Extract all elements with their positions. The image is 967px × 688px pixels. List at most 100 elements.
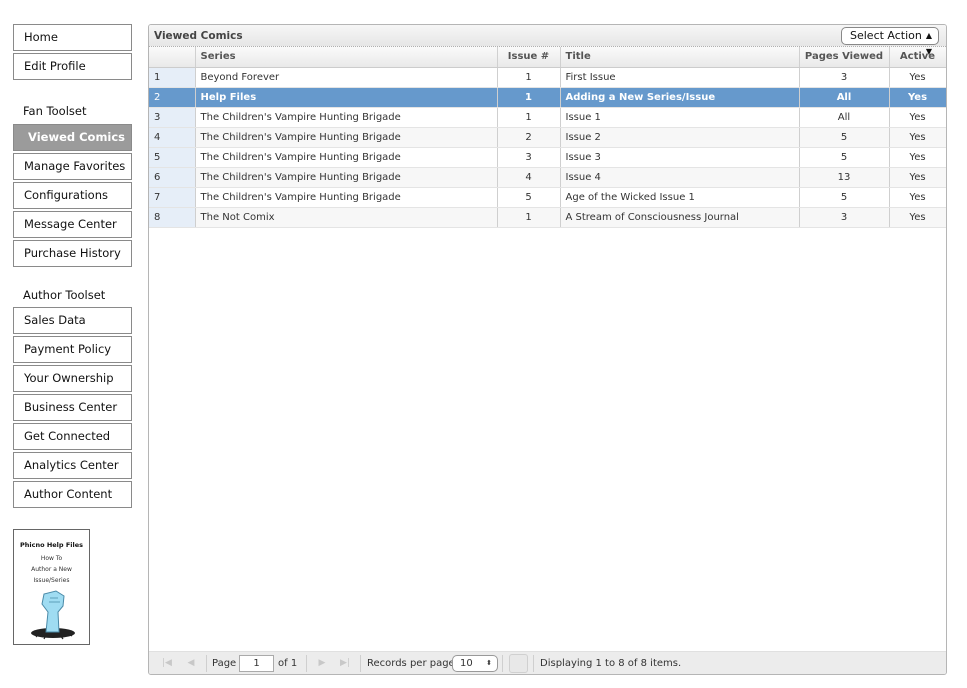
pages-viewed-cell: 5 xyxy=(799,127,890,148)
pager-divider xyxy=(306,655,307,672)
panel-header: Viewed Comics Select Action ▲ ▼ xyxy=(149,25,946,56)
table-row[interactable]: 8 The Not Comix 1 A Stream of Consciousness… xyxy=(149,207,946,228)
nav-message-center[interactable]: Message Center xyxy=(13,211,132,238)
nav-author-content[interactable]: Author Content xyxy=(13,481,132,508)
row-number-cell: 8 xyxy=(149,207,196,228)
pager-divider xyxy=(533,655,534,672)
pages-viewed-cell: All xyxy=(799,87,890,108)
table-row[interactable]: 7 The Children's Vampire Hunting Brigade 5… xyxy=(149,187,946,208)
author-toolset-label: Author Toolset xyxy=(23,288,106,302)
row-number-cell: 5 xyxy=(149,147,196,168)
active-cell: Yes xyxy=(889,87,946,108)
title-cell: Adding a New Series/Issue xyxy=(560,87,800,108)
active-cell: Yes xyxy=(889,147,946,168)
pages-viewed-cell: 13 xyxy=(799,167,890,188)
issue-cell: 1 xyxy=(497,87,561,108)
title-cell: Age of the Wicked Issue 1 xyxy=(560,187,800,208)
sidebar: Home Edit Profile Fan Toolset Viewed Com… xyxy=(13,24,132,510)
table-row[interactable]: 3 The Children's Vampire Hunting Brigade 1… xyxy=(149,107,946,128)
nav-manage-favorites[interactable]: Manage Favorites xyxy=(13,153,132,180)
page-number-input[interactable]: 1 xyxy=(239,655,274,672)
table-row[interactable]: 5 The Children's Vampire Hunting Brigade 3… xyxy=(149,147,946,168)
refresh-icon[interactable] xyxy=(509,654,528,673)
title-cell: Issue 1 xyxy=(560,107,800,128)
nav-edit-profile[interactable]: Edit Profile xyxy=(13,53,132,80)
col-header-title[interactable]: Title xyxy=(560,47,800,68)
help-card-title: Phicno Help Files xyxy=(20,541,83,549)
first-page-icon[interactable]: |◀ xyxy=(158,652,176,674)
panel-title: Viewed Comics xyxy=(154,30,243,42)
table-body: 1 Beyond Forever 1 First Issue 3 Yes 2 Help Fil… xyxy=(149,67,946,228)
issue-cell: 5 xyxy=(497,187,561,208)
comics-table: Series Issue # Title Pages Viewed Active… xyxy=(149,47,946,228)
series-cell: The Children's Vampire Hunting Brigade xyxy=(195,167,498,188)
title-cell: A Stream of Consciousness Journal xyxy=(560,207,800,228)
col-header-rownum xyxy=(149,47,196,68)
active-cell: Yes xyxy=(889,107,946,128)
issue-cell: 1 xyxy=(497,107,561,128)
nav-business-center[interactable]: Business Center xyxy=(13,394,132,421)
nav-analytics-center[interactable]: Analytics Center xyxy=(13,452,132,479)
help-card-line: Issue/Series xyxy=(33,577,70,584)
issue-cell: 4 xyxy=(497,167,561,188)
nav-viewed-comics[interactable]: Viewed Comics xyxy=(13,124,132,151)
pages-viewed-cell: 3 xyxy=(799,207,890,228)
title-cell: First Issue xyxy=(560,67,800,88)
nav-home[interactable]: Home xyxy=(13,24,132,51)
row-number-cell: 4 xyxy=(149,127,196,148)
page-of-label: of 1 xyxy=(278,658,298,669)
pages-viewed-cell: 5 xyxy=(799,147,890,168)
pager-divider xyxy=(360,655,361,672)
issue-cell: 1 xyxy=(497,207,561,228)
help-card-line: How To xyxy=(40,555,63,562)
col-header-pages-viewed[interactable]: Pages Viewed xyxy=(799,47,890,68)
series-cell: The Not Comix xyxy=(195,207,498,228)
updown-arrows-icon: ⬍ xyxy=(486,659,492,667)
pager-bar: |◀ ◀ Page 1 of 1 ▶ ▶| Records per page: … xyxy=(149,651,946,674)
active-cell: Yes xyxy=(889,67,946,88)
col-header-series[interactable]: Series xyxy=(195,47,498,68)
nav-purchase-history[interactable]: Purchase History xyxy=(13,240,132,267)
select-action-value: Select Action xyxy=(850,29,922,42)
help-card-text: How To Author a New Issue/Series xyxy=(14,553,89,586)
next-page-icon[interactable]: ▶ xyxy=(313,652,331,674)
active-cell: Yes xyxy=(889,187,946,208)
table-header-row: Series Issue # Title Pages Viewed Active xyxy=(149,47,946,68)
viewed-comics-panel: Viewed Comics Select Action ▲ ▼ Series Is… xyxy=(148,24,947,675)
series-cell: Help Files xyxy=(195,87,498,108)
records-per-page-value: 10 xyxy=(460,658,473,669)
nav-sales-data[interactable]: Sales Data xyxy=(13,307,132,334)
nav-get-connected[interactable]: Get Connected xyxy=(13,423,132,450)
pages-viewed-cell: 3 xyxy=(799,67,890,88)
col-header-issue[interactable]: Issue # xyxy=(497,47,561,68)
active-cell: Yes xyxy=(889,127,946,148)
series-cell: The Children's Vampire Hunting Brigade xyxy=(195,107,498,128)
title-cell: Issue 4 xyxy=(560,167,800,188)
table-row[interactable]: 4 The Children's Vampire Hunting Brigade 2… xyxy=(149,127,946,148)
pager-status: Displaying 1 to 8 of 8 items. xyxy=(540,658,682,669)
table-row[interactable]: 1 Beyond Forever 1 First Issue 3 Yes xyxy=(149,67,946,88)
pages-viewed-cell: All xyxy=(799,107,890,128)
select-action-dropdown[interactable]: Select Action ▲ ▼ xyxy=(841,27,939,56)
series-cell: The Children's Vampire Hunting Brigade xyxy=(195,127,498,148)
series-cell: The Children's Vampire Hunting Brigade xyxy=(195,187,498,208)
title-cell: Issue 2 xyxy=(560,127,800,148)
title-cell: Issue 3 xyxy=(560,147,800,168)
nav-payment-policy[interactable]: Payment Policy xyxy=(13,336,132,363)
nav-configurations[interactable]: Configurations xyxy=(13,182,132,209)
pager-divider xyxy=(502,655,503,672)
row-number-cell: 1 xyxy=(149,67,196,88)
help-files-card[interactable]: Phicno Help Files How To Author a New Is… xyxy=(13,529,90,645)
active-cell: Yes xyxy=(889,167,946,188)
last-page-icon[interactable]: ▶| xyxy=(336,652,354,674)
col-header-active[interactable]: Active xyxy=(889,47,946,68)
table-row[interactable]: 2 Help Files 1 Adding a New Series/Issue All… xyxy=(149,87,946,108)
table-row[interactable]: 6 The Children's Vampire Hunting Brigade 4… xyxy=(149,167,946,188)
fan-toolset-label: Fan Toolset xyxy=(23,104,87,118)
updown-arrows-icon: ▲ ▼ xyxy=(925,31,932,56)
nav-your-ownership[interactable]: Your Ownership xyxy=(13,365,132,392)
records-per-page-select[interactable]: 10 ⬍ xyxy=(452,655,498,672)
records-per-page-label: Records per page: xyxy=(367,658,459,669)
prev-page-icon[interactable]: ◀ xyxy=(182,652,200,674)
